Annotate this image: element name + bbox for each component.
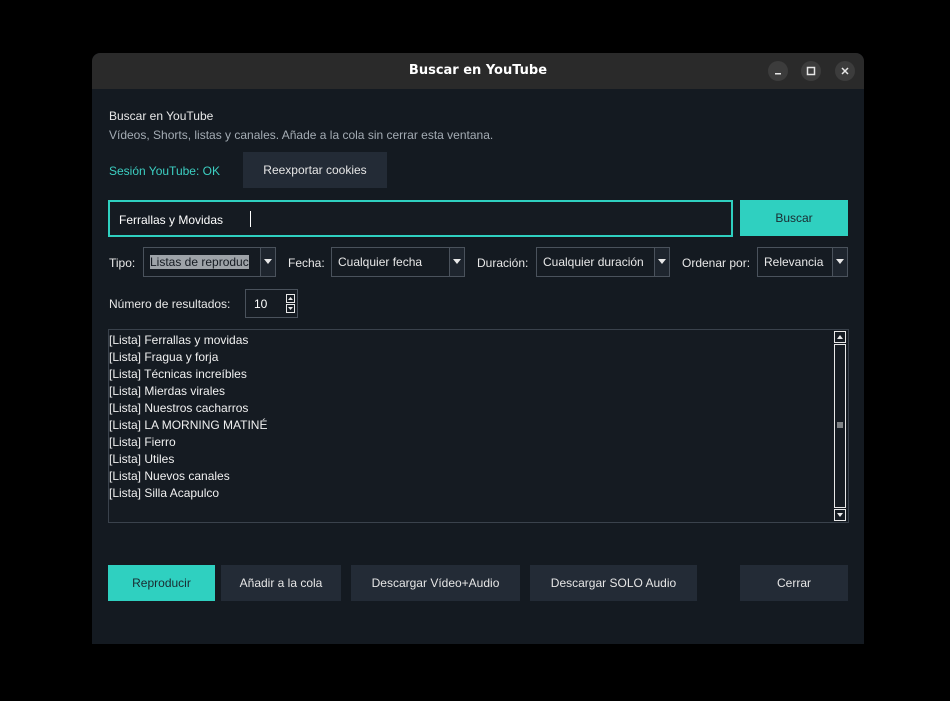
maximize-icon bbox=[806, 66, 816, 76]
reexport-cookies-button[interactable]: Reexportar cookies bbox=[243, 152, 387, 188]
spin-arrows-icon[interactable] bbox=[286, 294, 295, 314]
list-item[interactable]: [Lista] LA MORNING MATINÉ bbox=[109, 417, 832, 434]
ordenar-select[interactable]: Relevancia bbox=[757, 247, 848, 277]
maximize-button[interactable] bbox=[801, 61, 821, 81]
session-status: Sesión YouTube: OK bbox=[109, 164, 220, 178]
tipo-select[interactable]: Listas de reproduc bbox=[143, 247, 276, 277]
title-bar[interactable]: Buscar en YouTube bbox=[92, 53, 864, 89]
search-input[interactable]: Ferrallas y Movidas bbox=[108, 200, 733, 237]
text-cursor bbox=[250, 211, 251, 227]
list-item[interactable]: [Lista] Técnicas increíbles bbox=[109, 366, 832, 383]
fecha-select-value: Cualquier fecha bbox=[338, 255, 423, 269]
duracion-label: Duración: bbox=[477, 256, 529, 270]
chevron-down-icon bbox=[654, 248, 669, 276]
dialog-window: Buscar en YouTube Buscar en YouTube Víde… bbox=[92, 53, 864, 644]
download-audio-button[interactable]: Descargar SOLO Audio bbox=[530, 565, 697, 601]
list-item[interactable]: [Lista] Silla Acapulco bbox=[109, 485, 832, 502]
list-item[interactable]: [Lista] Mierdas virales bbox=[109, 383, 832, 400]
minimize-button[interactable] bbox=[768, 61, 788, 81]
list-item[interactable]: [Lista] Fierro bbox=[109, 434, 832, 451]
list-item[interactable]: [Lista] Nuestros cacharros bbox=[109, 400, 832, 417]
list-item[interactable]: [Lista] Utiles bbox=[109, 451, 832, 468]
header-subtitle: Vídeos, Shorts, listas y canales. Añade … bbox=[109, 128, 494, 142]
tipo-label: Tipo: bbox=[109, 256, 136, 270]
duracion-select-value: Cualquier duración bbox=[543, 255, 644, 269]
close-button[interactable]: Cerrar bbox=[740, 565, 848, 601]
close-icon bbox=[841, 67, 849, 75]
download-video-button[interactable]: Descargar Vídeo+Audio bbox=[351, 565, 520, 601]
chevron-down-icon bbox=[260, 248, 275, 276]
chevron-down-icon bbox=[449, 248, 464, 276]
tipo-select-value: Listas de reproduc bbox=[150, 255, 249, 269]
results-list[interactable]: [Lista] Ferrallas y movidas [Lista] Fragu… bbox=[108, 329, 849, 523]
header-title: Buscar en YouTube bbox=[109, 109, 214, 123]
results-items: [Lista] Ferrallas y movidas [Lista] Fragu… bbox=[109, 332, 832, 502]
list-item[interactable]: [Lista] Fragua y forja bbox=[109, 349, 832, 366]
dialog-content: Buscar en YouTube Vídeos, Shorts, listas… bbox=[92, 89, 864, 644]
scrollbar-graphic[interactable] bbox=[832, 330, 848, 522]
results-count-spinbox[interactable]: 10 bbox=[245, 289, 298, 318]
search-button[interactable]: Buscar bbox=[740, 200, 848, 236]
window-title: Buscar en YouTube bbox=[408, 63, 548, 78]
fecha-select[interactable]: Cualquier fecha bbox=[331, 247, 465, 277]
close-window-button[interactable] bbox=[835, 61, 855, 81]
ordenar-select-value: Relevancia bbox=[764, 255, 824, 269]
list-item[interactable]: [Lista] Nuevos canales bbox=[109, 468, 832, 485]
play-button[interactable]: Reproducir bbox=[108, 565, 215, 601]
add-to-queue-button[interactable]: Añadir a la cola bbox=[221, 565, 341, 601]
fecha-label: Fecha: bbox=[288, 256, 325, 270]
ordenar-label: Ordenar por: bbox=[682, 256, 751, 270]
list-item[interactable]: [Lista] Ferrallas y movidas bbox=[109, 332, 832, 349]
results-count-label: Número de resultados: bbox=[109, 297, 231, 311]
chevron-down-icon bbox=[832, 248, 847, 276]
search-input-value: Ferrallas y Movidas bbox=[119, 213, 224, 227]
scrollbar[interactable] bbox=[832, 330, 848, 522]
minimize-icon bbox=[775, 73, 781, 75]
results-count-value: 10 bbox=[254, 297, 268, 311]
duracion-select[interactable]: Cualquier duración bbox=[536, 247, 670, 277]
